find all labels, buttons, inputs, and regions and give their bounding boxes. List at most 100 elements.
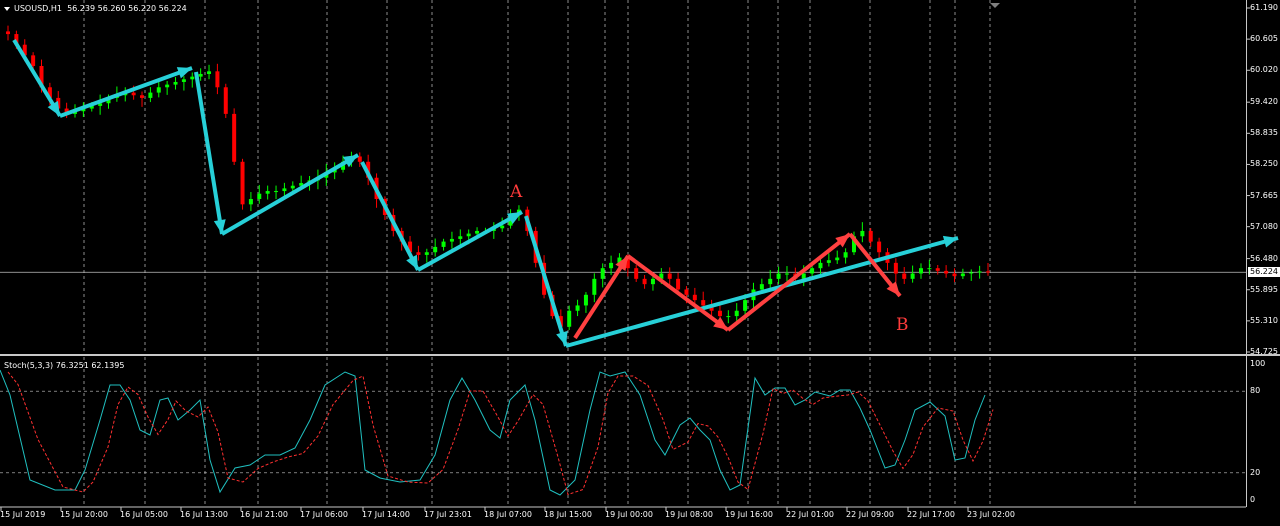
candle-body [818, 262, 823, 269]
chart-menu-icon[interactable] [4, 6, 10, 11]
candle-body [466, 233, 471, 237]
trend-arrow [194, 71, 224, 235]
candle-body [810, 268, 815, 274]
candle-body [910, 273, 915, 279]
price-tick-label: 55.895 [1250, 284, 1278, 294]
candle-body [642, 278, 647, 285]
candle-body [265, 191, 270, 194]
time-tick-label: 19 Jul 08:00 [665, 510, 713, 519]
candle-body [567, 310, 572, 327]
time-tick-label: 17 Jul 06:00 [300, 510, 348, 519]
current-price-label: 56.224 [1248, 267, 1280, 278]
price-tick-label: 59.420 [1250, 97, 1278, 107]
time-tick-label: 19 Jul 16:00 [725, 510, 773, 519]
price-tick-label: 61.190 [1250, 3, 1278, 12]
trend-arrow [360, 161, 420, 271]
candle-body [441, 241, 446, 247]
candle-body [257, 193, 262, 200]
time-tick-label: 15 Jul 20:00 [60, 510, 108, 519]
candle-body [868, 230, 873, 242]
candle-body [759, 284, 764, 290]
candle-body [927, 268, 932, 270]
candle-body [726, 316, 731, 318]
candle-body [424, 252, 429, 255]
time-tick-label: 23 Jul 02:00 [967, 510, 1015, 519]
trend-arrow [417, 210, 523, 272]
price-tick-label: 54.725 [1250, 347, 1278, 356]
candle-body [583, 294, 588, 306]
candle-body [667, 273, 672, 279]
candle-body [240, 161, 245, 205]
trend-arrow [59, 66, 193, 118]
candle-body [743, 300, 748, 311]
candle-body [826, 260, 831, 263]
candle-body [977, 271, 982, 273]
candle-body [650, 278, 655, 285]
price-tick-label: 60.605 [1250, 34, 1278, 44]
chart-shift-marker [990, 3, 1000, 8]
candle-body [198, 73, 203, 77]
candle-body [282, 188, 287, 192]
stoch-tick-label: 0 [1250, 495, 1256, 504]
candle-body [416, 252, 421, 255]
candle-body [801, 273, 806, 279]
time-tick-label: 22 Jul 17:00 [907, 510, 955, 519]
candle-body [190, 76, 195, 80]
candle-body [835, 257, 840, 261]
time-tick-label: 16 Jul 21:00 [240, 510, 288, 519]
candle-body [181, 79, 186, 82]
time-tick-label: 17 Jul 14:00 [362, 510, 410, 519]
candle-body [433, 246, 438, 253]
candle-body [952, 273, 957, 277]
time-tick-label: 17 Jul 23:01 [424, 510, 472, 519]
candle-body [290, 185, 295, 189]
time-tick-label: 22 Jul 09:00 [846, 510, 894, 519]
candle-body [165, 84, 170, 88]
candle-body [960, 273, 965, 277]
candle-body [232, 113, 237, 162]
candle-body [634, 268, 639, 279]
candle-body [969, 272, 974, 274]
price-tick-label: 55.310 [1250, 315, 1278, 325]
candle-body [575, 305, 580, 311]
candle-body [609, 262, 614, 269]
candle-body [148, 92, 153, 98]
time-tick-label: 22 Jul 01:00 [786, 510, 834, 519]
ohlc-values: 56.239 56.260 56.220 56.224 [67, 4, 187, 13]
candle-body [173, 81, 178, 85]
time-tick-label: 19 Jul 00:00 [605, 510, 653, 519]
candle-body [207, 71, 212, 74]
candle-body [692, 294, 697, 301]
stoch-tick-label: 20 [1250, 467, 1261, 477]
candle-body [768, 278, 773, 285]
annotation-b: B [896, 315, 909, 335]
candle-body [223, 87, 228, 114]
candle-body [986, 271, 990, 273]
stoch-tick-label: 100 [1250, 359, 1266, 368]
time-tick-label: 16 Jul 13:00 [180, 510, 228, 519]
chart-canvas [0, 0, 1250, 511]
candle-body [684, 289, 689, 295]
time-tick-label: 15 Jul 2019 [0, 510, 46, 519]
candle-body [877, 241, 882, 253]
candle-body [776, 273, 781, 279]
candle-body [475, 230, 480, 234]
time-tick-label: 16 Jul 05:00 [120, 510, 168, 519]
stochastic-label: Stoch(5,3,3) 76.3251 62.1395 [4, 361, 125, 370]
price-tick-label: 58.835 [1250, 128, 1278, 138]
price-tick-label: 58.250 [1250, 159, 1278, 169]
time-tick-label: 18 Jul 07:00 [484, 510, 532, 519]
chart-header: USOUSD,H1 56.239 56.260 56.220 56.224 [4, 4, 187, 13]
candle-body [6, 31, 10, 35]
trend-arrow [524, 215, 568, 347]
candle-body [893, 262, 898, 274]
candle-body [701, 300, 706, 306]
candle-body [734, 310, 739, 317]
candle-body [156, 87, 161, 93]
price-tick-label: 57.665 [1250, 190, 1278, 200]
candle-body [902, 273, 907, 279]
candle-body [592, 278, 597, 295]
trend-arrow-head [556, 330, 568, 346]
price-tick-label: 56.480 [1250, 253, 1278, 263]
candle-body [248, 199, 253, 205]
